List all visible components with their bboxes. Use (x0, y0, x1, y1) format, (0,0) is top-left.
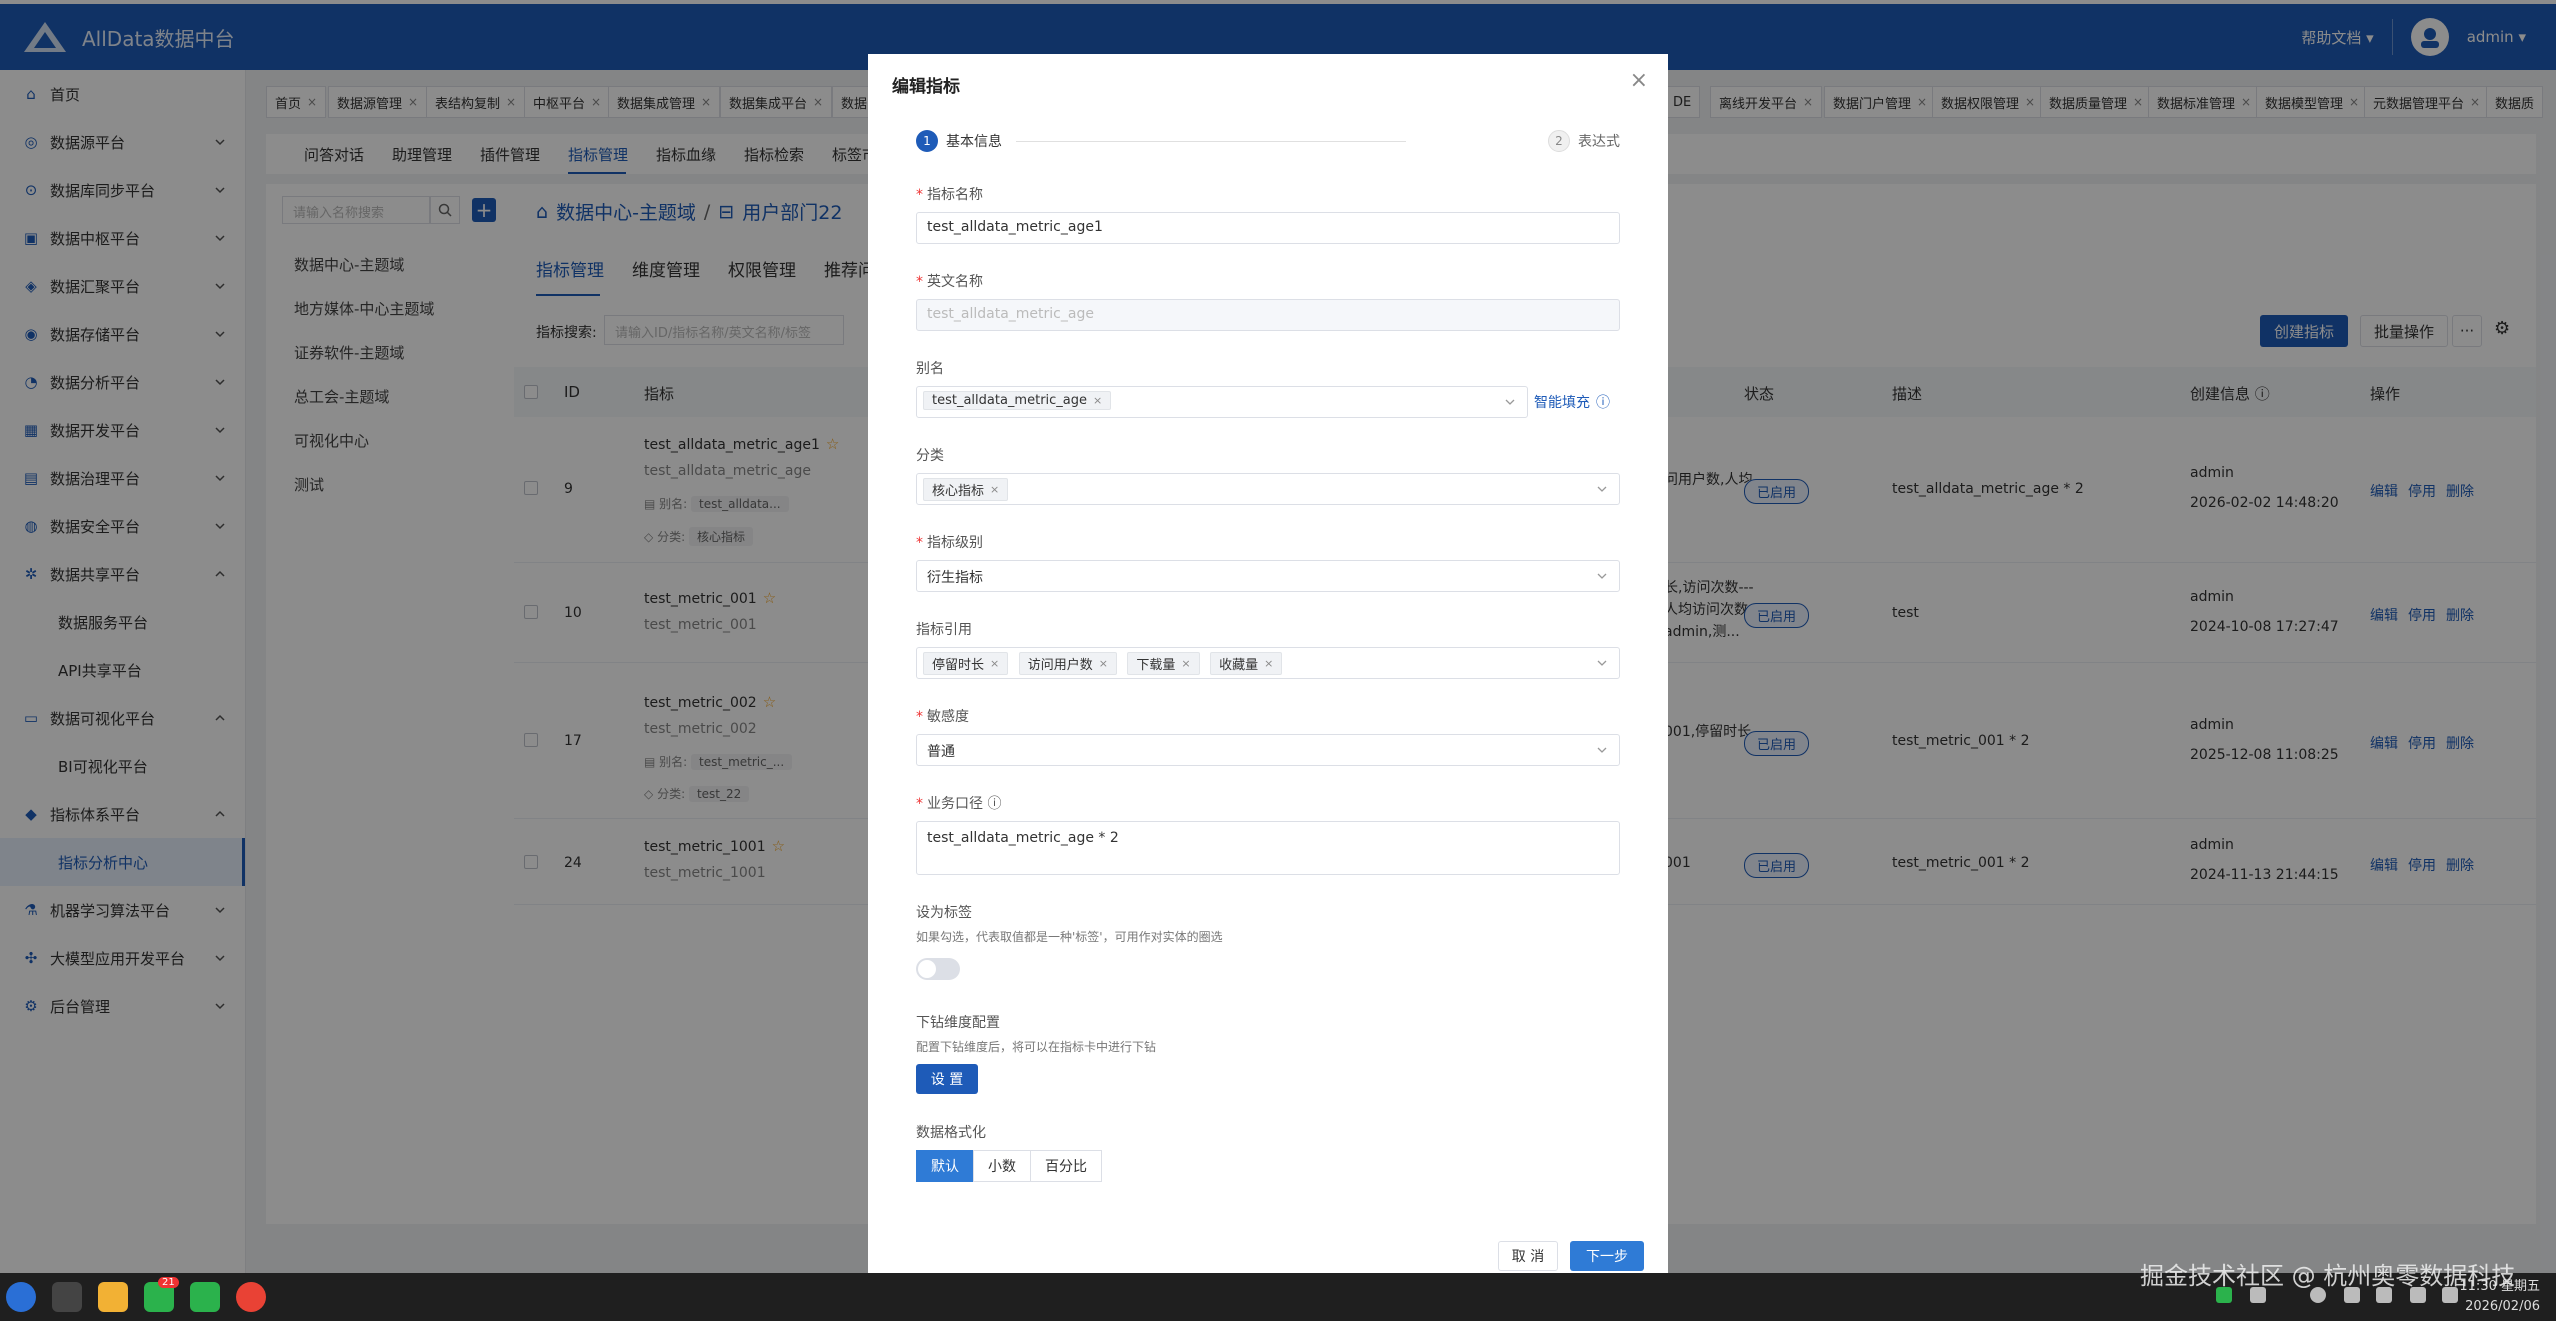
reference-tag-text: 下载量 (1136, 658, 1176, 673)
format-default-option[interactable]: 默认 (916, 1150, 974, 1182)
field-label: * 业务口径 ⓘ (916, 793, 1001, 813)
close-icon[interactable]: × (1264, 657, 1273, 670)
category-tag: 核心指标 × (923, 478, 1009, 501)
category-field-label: 分类 (916, 448, 944, 464)
wechat-icon[interactable] (190, 1282, 220, 1312)
format-decimal-option[interactable]: 小数 (973, 1150, 1031, 1182)
close-icon[interactable]: × (990, 483, 999, 496)
alias-tag-text: test_alldata_metric_age (932, 393, 1088, 408)
chevron-down-icon (1597, 747, 1607, 753)
reference-tag: 下载量 × (1127, 652, 1200, 675)
format-percent-option[interactable]: 百分比 (1030, 1150, 1102, 1182)
required-mark: * (916, 535, 923, 551)
en-name-label: 英文名称 (927, 274, 983, 290)
level-label: 指标级别 (927, 535, 983, 551)
name-label: 指标名称 (927, 187, 983, 203)
sensitivity-select[interactable]: 普通 (916, 734, 1620, 766)
field-label: * 指标级别 (916, 532, 983, 552)
required-mark: * (916, 796, 923, 812)
close-icon[interactable]: × (990, 657, 999, 670)
chevron-down-icon (1597, 573, 1607, 579)
metric-reference-select[interactable]: 停留时长 × 访问用户数 × 下载量 × 收藏量 × (916, 647, 1620, 679)
reference-tag-text: 访问用户数 (1027, 658, 1093, 673)
field-label: * 指标名称 (916, 184, 983, 204)
sensitivity-label: 敏感度 (927, 709, 969, 725)
chevron-down-icon (1597, 660, 1607, 666)
alias-field-label: 别名 (916, 361, 944, 377)
dialog-title: 编辑指标 (892, 77, 960, 97)
required-mark: * (916, 274, 923, 290)
close-icon[interactable]: × (1093, 394, 1102, 407)
category-tag-text: 核心指标 (932, 484, 985, 499)
category-select[interactable]: 核心指标 × (916, 473, 1620, 505)
edit-metric-dialog: 编辑指标 × 1 基本信息 2 表达式 * 指标名称 test_alldata_m… (868, 54, 1668, 1273)
close-icon[interactable]: × (1181, 657, 1190, 670)
reference-tag-text: 收藏量 (1219, 658, 1259, 673)
step-label: 表达式 (1578, 134, 1620, 150)
data-format-segmented: 默认 小数 百分比 (916, 1150, 1102, 1182)
set-as-tag-hint: 如果勾选，代表取值都是一种'标签'，可用作对实体的圈选 (916, 930, 1223, 944)
reference-tag-text: 停留时长 (932, 658, 985, 673)
business-caliber-textarea[interactable]: test_alldata_metric_age * 2 (916, 821, 1620, 875)
drill-down-settings-button[interactable]: 设 置 (916, 1064, 978, 1094)
close-icon[interactable]: × (1630, 68, 1648, 93)
notification-badge: 21 (158, 1277, 179, 1288)
clock-date: 2026/02/06 (2465, 1299, 2540, 1314)
next-step-button[interactable]: 下一步 (1570, 1241, 1644, 1271)
alias-tag: test_alldata_metric_age × (923, 391, 1112, 410)
task-view-icon[interactable] (52, 1282, 82, 1312)
smart-fill-label: 智能填充 (1534, 395, 1590, 411)
required-mark: * (916, 187, 923, 203)
sensitivity-value: 普通 (927, 744, 955, 760)
step-number: 1 (916, 130, 938, 152)
file-manager-icon[interactable] (98, 1282, 128, 1312)
caliber-label: 业务口径 (927, 796, 983, 812)
reference-tag: 停留时长 × (923, 652, 1009, 675)
field-label: * 英文名称 (916, 271, 983, 291)
set-as-tag-toggle[interactable] (916, 958, 960, 980)
step-connector (1016, 141, 1406, 142)
chevron-down-icon (1505, 399, 1515, 405)
data-format-label: 数据格式化 (916, 1125, 986, 1141)
watermark-text: 掘金技术社区 @ 杭州奥零数据科技 (2140, 1262, 2516, 1290)
info-icon: ⓘ (1596, 395, 1610, 411)
metric-name-input[interactable]: test_alldata_metric_age1 (916, 212, 1620, 244)
close-icon[interactable]: × (1099, 657, 1108, 670)
reference-tag: 收藏量 × (1210, 652, 1283, 675)
set-as-tag-label: 设为标签 (916, 905, 972, 921)
required-mark: * (916, 709, 923, 725)
smart-fill-button[interactable]: 智能填充 ⓘ (1534, 392, 1610, 412)
reference-field-label: 指标引用 (916, 622, 972, 638)
alias-select[interactable]: test_alldata_metric_age × (916, 386, 1528, 418)
step-basic-info[interactable]: 1 基本信息 (916, 130, 1002, 152)
drill-down-hint: 配置下钻维度后，将可以在指标卡中进行下钻 (916, 1040, 1157, 1054)
step-label: 基本信息 (946, 134, 1002, 150)
field-label: * 敏感度 (916, 706, 969, 726)
start-menu-icon[interactable] (6, 1282, 36, 1312)
step-expression[interactable]: 2 表达式 (1548, 130, 1620, 152)
step-number: 2 (1548, 130, 1570, 152)
reference-tag: 访问用户数 × (1018, 652, 1117, 675)
level-value: 衍生指标 (927, 570, 983, 586)
drill-down-label: 下钻维度配置 (916, 1015, 1000, 1031)
metric-level-select[interactable]: 衍生指标 (916, 560, 1620, 592)
chevron-down-icon (1597, 486, 1607, 492)
chrome-icon[interactable] (236, 1282, 266, 1312)
cancel-button[interactable]: 取 消 (1498, 1241, 1558, 1271)
info-icon: ⓘ (987, 796, 1002, 812)
english-name-input: test_alldata_metric_age (916, 299, 1620, 331)
